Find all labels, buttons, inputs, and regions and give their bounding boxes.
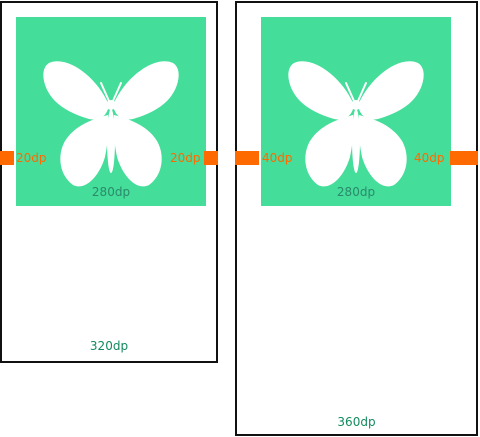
margin-right-marker	[450, 151, 478, 165]
margin-left-marker	[0, 151, 14, 165]
butterfly-icon	[288, 61, 424, 187]
phone-screen-320: 280dp 320dp	[0, 1, 218, 363]
screen-width-label: 360dp	[337, 415, 376, 429]
margin-left-marker	[235, 151, 259, 165]
phone-screen-360: 280dp 360dp	[235, 1, 478, 436]
butterfly-icon	[43, 61, 179, 187]
image-width-label: 280dp	[336, 185, 376, 199]
margin-left-label: 40dp	[262, 151, 293, 165]
margin-right-marker	[204, 151, 218, 165]
margin-right-label: 40dp	[414, 151, 445, 165]
image-placeholder: 280dp	[261, 17, 451, 206]
image-width-label: 280dp	[91, 185, 131, 199]
margin-right-label: 20dp	[170, 151, 201, 165]
margin-left-label: 20dp	[16, 151, 47, 165]
screen-width-label: 320dp	[89, 339, 129, 353]
image-placeholder: 280dp	[16, 17, 206, 206]
